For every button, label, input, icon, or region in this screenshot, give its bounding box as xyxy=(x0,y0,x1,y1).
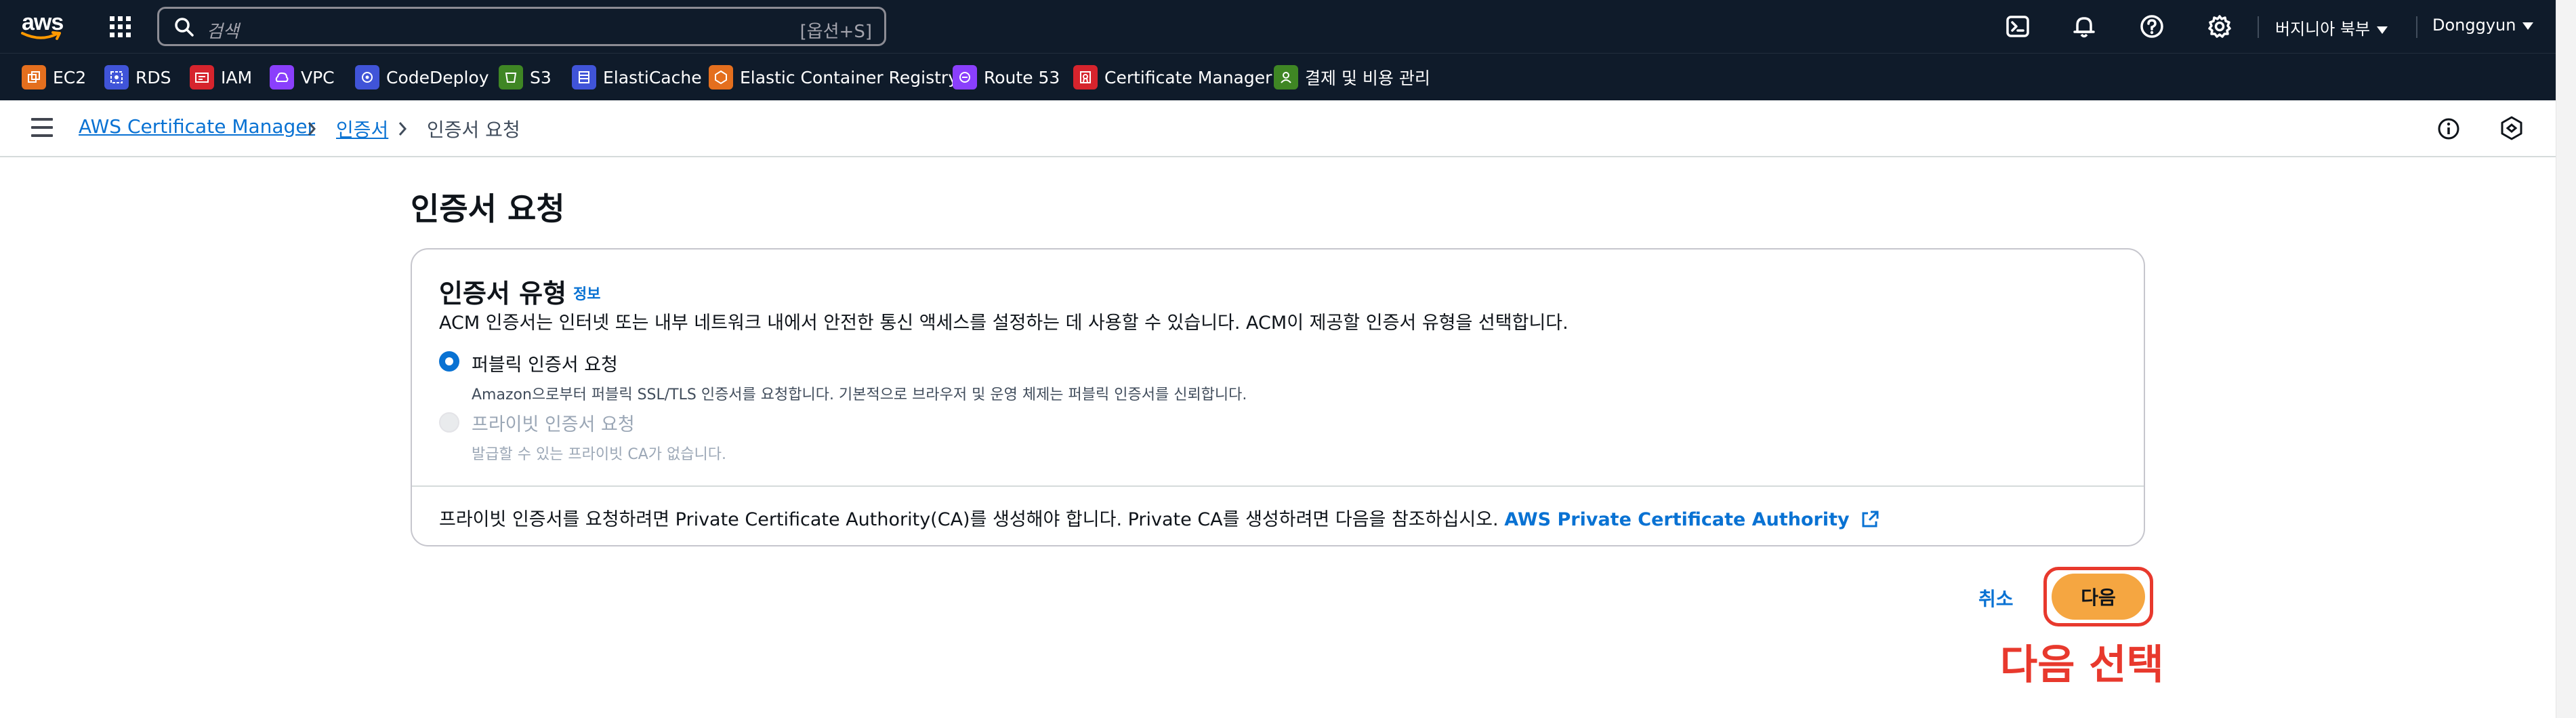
panel-divider xyxy=(412,485,2144,487)
settings-gear-icon[interactable] xyxy=(2206,13,2233,40)
favorite-label: CodeDeploy xyxy=(386,67,489,87)
favorite-route53[interactable]: Route 53 xyxy=(953,65,1060,89)
page-title: 인증서 요청 xyxy=(411,191,565,227)
nav-divider xyxy=(2416,16,2417,38)
billing-icon xyxy=(1274,65,1298,89)
elasticache-icon xyxy=(572,65,596,89)
favorite-billing[interactable]: 결제 및 비용 관리 xyxy=(1274,65,1430,89)
region-selector[interactable]: 버지니아 북부 xyxy=(2275,16,2388,39)
search-shortcut: [옵션+S] xyxy=(799,22,872,42)
favorite-label: VPC xyxy=(301,67,335,87)
panel-footer-text: 프라이빗 인증서를 요청하려면 Private Certificate Auth… xyxy=(439,509,1499,530)
account-menu[interactable]: Donggyun xyxy=(2432,16,2534,35)
menu-hamburger-icon[interactable] xyxy=(31,118,53,138)
search-input[interactable]: 검색 [옵션+S] xyxy=(157,7,886,46)
help-icon[interactable] xyxy=(2138,13,2165,40)
iam-icon xyxy=(190,65,214,89)
next-button[interactable]: 다음 xyxy=(2052,574,2145,620)
chevron-down-icon xyxy=(2377,26,2388,34)
favorites-bar: EC2 RDS IAM VPC CodeDeploy S3 ElastiCach… xyxy=(0,53,2556,100)
chevron-right-icon xyxy=(398,122,407,136)
aws-smile-icon xyxy=(21,31,61,40)
radio-public-description: Amazon으로부터 퍼블릭 SSL/TLS 인증서를 요청합니다. 기본적으로… xyxy=(472,386,1247,403)
breadcrumb-link-acm[interactable]: AWS Certificate Manager xyxy=(79,115,315,138)
certificate-type-panel: 인증서 유형 정보 ACM 인증서는 인터넷 또는 내부 네트워크 내에서 안전… xyxy=(411,248,2145,546)
codedeploy-icon xyxy=(355,65,379,89)
favorite-ecr[interactable]: Elastic Container Registry xyxy=(709,65,958,89)
ec2-icon xyxy=(22,65,46,89)
favorite-label: ElastiCache xyxy=(603,67,702,87)
region-label: 버지니아 북부 xyxy=(2275,20,2371,39)
private-ca-link-label: AWS Private Certificate Authority xyxy=(1504,509,1850,530)
private-ca-link[interactable]: AWS Private Certificate Authority xyxy=(1504,509,1880,530)
favorite-label: 결제 및 비용 관리 xyxy=(1305,68,1430,88)
chevron-right-icon xyxy=(308,122,316,136)
s3-icon xyxy=(499,65,523,89)
rds-icon xyxy=(104,65,129,89)
radio-private-description: 발급할 수 있는 프라이빗 CA가 없습니다. xyxy=(472,446,726,463)
search-placeholder: 검색 xyxy=(207,22,239,42)
favorite-label: Elastic Container Registry xyxy=(740,67,958,87)
favorite-iam[interactable]: IAM xyxy=(190,65,252,89)
favorite-label: EC2 xyxy=(53,67,87,87)
favorite-label: Certificate Manager xyxy=(1104,67,1272,87)
page-scrollbar[interactable] xyxy=(2556,0,2576,718)
favorite-vpc[interactable]: VPC xyxy=(270,65,335,89)
breadcrumb-link-certificates[interactable]: 인증서 xyxy=(336,115,388,142)
nav-divider xyxy=(2258,16,2259,38)
annotation-label: 다음 선택 xyxy=(2000,641,2164,689)
external-link-icon xyxy=(1862,511,1879,527)
cloudshell-icon[interactable] xyxy=(2004,13,2031,40)
panel-description: ACM 인증서는 인터넷 또는 내부 네트워크 내에서 안전한 통신 액세스를 … xyxy=(439,313,1569,334)
favorite-label: IAM xyxy=(221,67,253,87)
info-panel-icon[interactable] xyxy=(2436,117,2461,141)
favorite-certificate-manager[interactable]: Certificate Manager xyxy=(1073,65,1272,89)
services-grid-icon[interactable] xyxy=(108,15,133,39)
feedback-hexagon-icon[interactable] xyxy=(2499,115,2525,141)
favorite-label: S3 xyxy=(530,67,552,87)
user-name: Donggyun xyxy=(2432,16,2516,35)
aws-logo[interactable]: aws xyxy=(20,9,68,43)
radio-public-certificate[interactable] xyxy=(439,351,459,372)
cancel-button[interactable]: 취소 xyxy=(1978,584,2014,612)
chevron-down-icon xyxy=(2522,22,2534,30)
breadcrumb: AWS Certificate Manager 인증서 인증서 요청 xyxy=(0,100,2556,157)
favorite-codedeploy[interactable]: CodeDeploy xyxy=(355,65,489,89)
certificate-manager-icon xyxy=(1073,65,1098,89)
favorite-rds[interactable]: RDS xyxy=(104,65,171,89)
favorite-elasticache[interactable]: ElastiCache xyxy=(572,65,702,89)
notifications-bell-icon[interactable] xyxy=(2071,13,2098,40)
favorite-label: Route 53 xyxy=(984,67,1060,87)
ecr-icon xyxy=(709,65,733,89)
favorite-label: RDS xyxy=(136,67,171,87)
info-link[interactable]: 정보 xyxy=(573,282,600,304)
route53-icon xyxy=(953,65,977,89)
favorite-ec2[interactable]: EC2 xyxy=(22,65,86,89)
vpc-icon xyxy=(270,65,294,89)
search-icon xyxy=(175,18,194,37)
favorite-s3[interactable]: S3 xyxy=(499,65,552,89)
top-navigation: aws 검색 [옵션+S] 버지니아 북부 Donggyun xyxy=(0,0,2556,53)
radio-private-certificate[interactable] xyxy=(439,412,459,433)
radio-public-label[interactable]: 퍼블릭 인증서 요청 xyxy=(472,350,618,376)
panel-footer: 프라이빗 인증서를 요청하려면 Private Certificate Auth… xyxy=(439,504,1880,531)
panel-heading: 인증서 유형 xyxy=(439,279,567,308)
breadcrumb-current: 인증서 요청 xyxy=(427,119,520,141)
radio-private-label: 프라이빗 인증서 요청 xyxy=(472,414,635,435)
